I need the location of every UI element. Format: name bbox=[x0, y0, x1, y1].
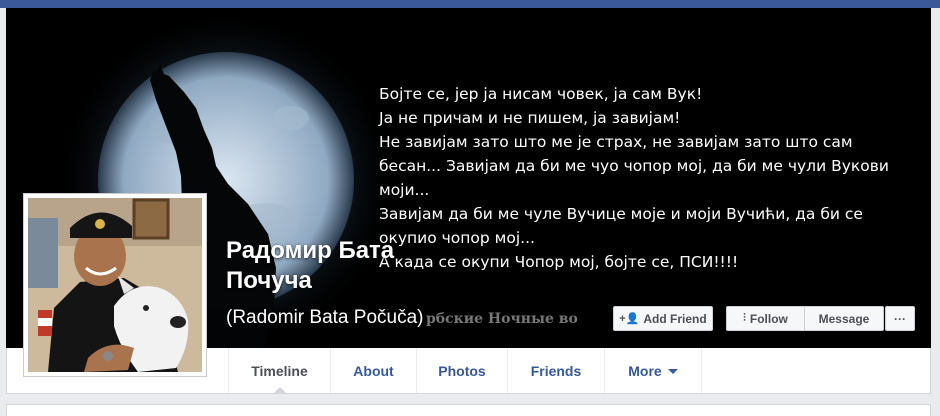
tab-more[interactable]: More bbox=[605, 348, 702, 393]
tab-about-label: About bbox=[353, 362, 394, 379]
content-panel bbox=[6, 404, 931, 416]
profile-photo bbox=[28, 198, 202, 372]
tab-timeline-label: Timeline bbox=[251, 362, 308, 379]
rss-icon: ⫶ bbox=[743, 312, 746, 324]
message-button[interactable]: Message bbox=[804, 306, 884, 331]
chevron-down-icon bbox=[667, 369, 678, 374]
cover-quote-text: Бојте се, јер ја нисам човек, ја сам Вук… bbox=[379, 85, 889, 271]
man-with-dog-portrait bbox=[28, 198, 202, 372]
tab-friends-label: Friends bbox=[530, 362, 582, 379]
tab-more-label: More bbox=[628, 362, 662, 379]
tab-photos[interactable]: Photos bbox=[417, 348, 508, 393]
tab-photos-label: Photos bbox=[438, 362, 486, 379]
profile-name[interactable]: Радомир Бата Почуча bbox=[226, 236, 446, 296]
ellipsis-icon: ··· bbox=[894, 311, 906, 326]
profile-alternate-name: (Radomir Bata Počuča) bbox=[226, 307, 424, 328]
cover-caption: рбские Ночные во bbox=[426, 311, 578, 327]
add-friend-label: Add Friend bbox=[643, 311, 707, 326]
tab-friends[interactable]: Friends bbox=[508, 348, 605, 393]
add-friend-button[interactable]: +👤 Add Friend bbox=[613, 306, 713, 331]
top-bar bbox=[0, 0, 940, 8]
follow-button[interactable]: ⫶ Follow bbox=[726, 306, 804, 331]
profile-picture[interactable] bbox=[23, 193, 207, 377]
follow-label: Follow bbox=[749, 311, 788, 326]
more-options-button[interactable]: ··· bbox=[885, 306, 915, 331]
tab-timeline[interactable]: Timeline bbox=[228, 348, 331, 393]
add-friend-icon: +👤 bbox=[619, 313, 640, 325]
message-label: Message bbox=[818, 311, 870, 326]
tab-about[interactable]: About bbox=[331, 348, 417, 393]
